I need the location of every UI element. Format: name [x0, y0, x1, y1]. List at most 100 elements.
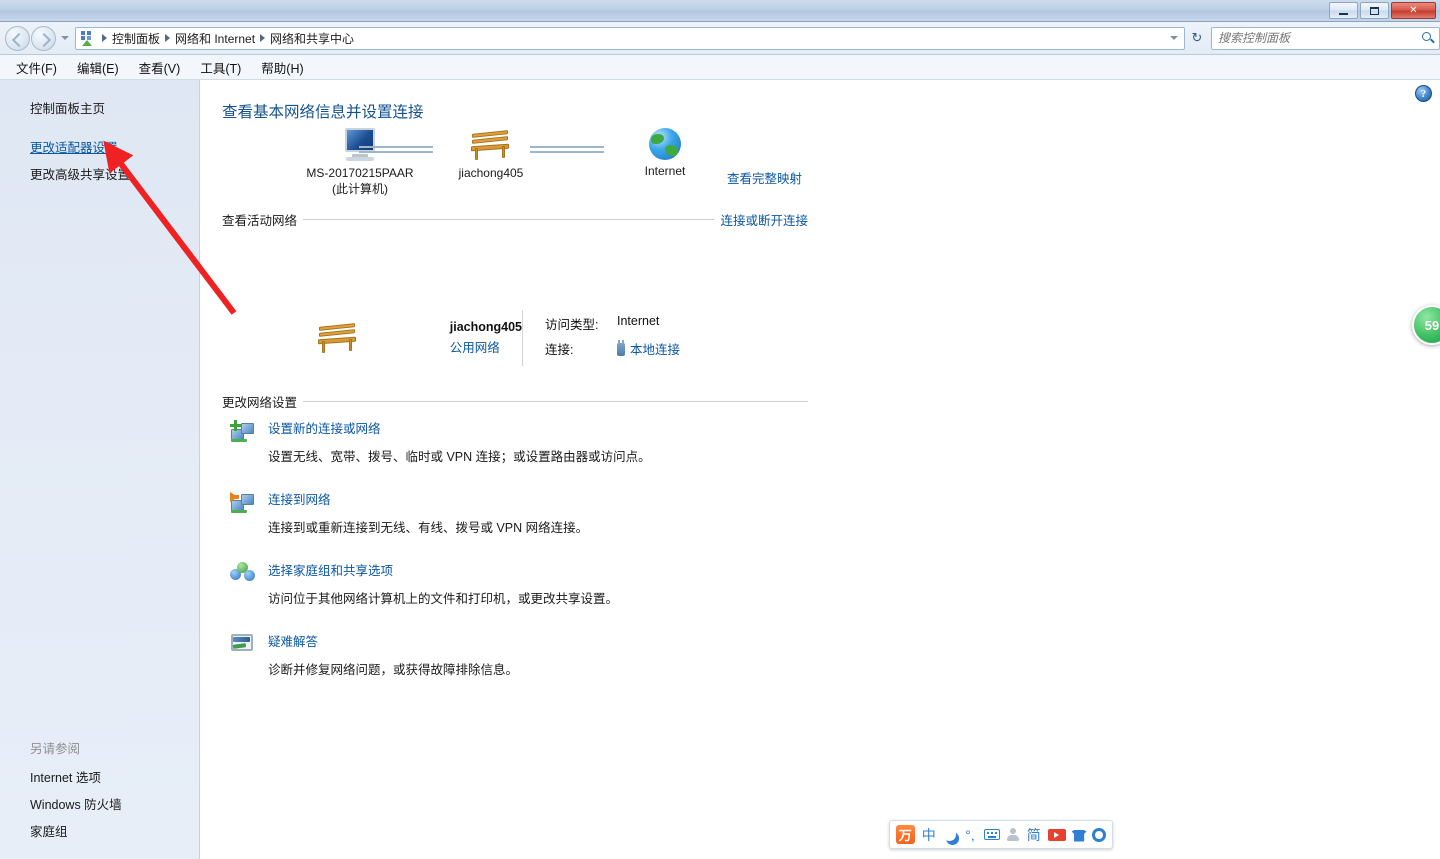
monitor-icon [341, 128, 379, 162]
chevron-down-icon [61, 36, 69, 40]
breadcrumb-network-internet[interactable]: 网络和 Internet [172, 30, 258, 47]
globe-icon [649, 128, 681, 160]
connection-label: 连接: [545, 343, 574, 357]
internet-label: Internet [644, 164, 686, 178]
task-homegroup-sharing-options[interactable]: 选择家庭组和共享选项 访问位于其他网络计算机上的文件和打印机，或更改共享设置。 [230, 560, 820, 607]
menu-help[interactable]: 帮助(H) [253, 55, 311, 80]
task-description: 诊断并修复网络问题，或获得故障排除信息。 [268, 663, 519, 677]
address-breadcrumb-bar[interactable]: 控制面板 网络和 Internet 网络和共享中心 [75, 26, 1185, 50]
homegroup-icon [230, 560, 268, 607]
sidebar-item-homegroup[interactable]: 家庭组 [0, 817, 200, 844]
sidebar-item-internet-options[interactable]: Internet 选项 [0, 763, 200, 790]
sidebar-item-change-advanced-sharing-settings[interactable]: 更改高级共享设置 [0, 160, 200, 187]
minimize-icon [1339, 12, 1348, 15]
video-icon[interactable] [1048, 828, 1066, 841]
change-settings-heading: 更改网络设置 [222, 396, 298, 410]
task-description: 连接到或重新连接到无线、有线、拨号或 VPN 网络连接。 [268, 521, 589, 535]
window-controls: ✕ [1329, 2, 1436, 19]
ime-logo-icon[interactable]: 万 [896, 825, 915, 844]
network-plug-icon [617, 340, 625, 356]
help-icon[interactable]: ? [1415, 85, 1432, 102]
task-title[interactable]: 选择家庭组和共享选项 [268, 560, 820, 579]
task-title[interactable]: 疑难解答 [268, 631, 820, 650]
search-input[interactable] [1218, 31, 1433, 45]
person-icon[interactable] [1006, 827, 1020, 842]
see-also-heading: 另请参阅 [30, 742, 81, 756]
breadcrumb-control-panel[interactable]: 控制面板 [109, 30, 163, 47]
divider [303, 401, 808, 402]
breadcrumb-network-sharing-center[interactable]: 网络和共享中心 [267, 30, 357, 47]
network-map: MS-20170215PAAR (此计算机) jiachong405 Inter… [222, 128, 822, 200]
active-network-details: 访问类型: Internet 连接: 本地连接 [523, 308, 680, 368]
menu-view[interactable]: 查看(V) [131, 55, 189, 80]
map-connector-line [530, 146, 604, 153]
menu-file[interactable]: 文件(F) [8, 55, 65, 80]
moon-icon[interactable] [942, 827, 958, 843]
task-title[interactable]: 设置新的连接或网络 [268, 418, 820, 437]
forward-button[interactable] [31, 25, 56, 51]
address-dropdown-icon[interactable] [1170, 36, 1178, 40]
gear-icon[interactable] [1092, 827, 1106, 842]
address-bar-row: 控制面板 网络和 Internet 网络和共享中心 ↻ [0, 22, 1440, 55]
task-list: 设置新的连接或网络 设置无线、宽带、拨号、临时或 VPN 连接；或设置路由器或访… [230, 418, 820, 702]
navigation-buttons [5, 25, 70, 51]
task-troubleshoot[interactable]: 疑难解答 诊断并修复网络问题，或获得故障排除信息。 [230, 631, 820, 678]
network-map-internet[interactable]: Internet [610, 128, 720, 178]
back-button[interactable] [5, 25, 30, 51]
bench-icon [469, 128, 513, 162]
main-content: ? 查看基本网络信息并设置连接 MS-20170215PAAR (此计算机) j… [200, 80, 1440, 859]
chinese-mode-icon[interactable]: 中 [921, 825, 938, 844]
sidebar-item-control-panel-home[interactable]: 控制面板主页 [0, 94, 200, 121]
sidebar: 控制面板主页 更改适配器设置 更改高级共享设置 另请参阅 Internet 选项… [0, 80, 200, 859]
refresh-button[interactable]: ↻ [1187, 27, 1207, 50]
task-set-up-new-connection[interactable]: 设置新的连接或网络 设置无线、宽带、拨号、临时或 VPN 连接；或设置路由器或访… [230, 418, 820, 465]
active-network-identity[interactable]: jiachong405 公用网络 [222, 308, 522, 368]
new-connection-icon [230, 418, 268, 465]
task-description: 设置无线、宽带、拨号、临时或 VPN 连接；或设置路由器或访问点。 [268, 450, 651, 464]
connection-value-link[interactable]: 本地连接 [617, 339, 680, 358]
active-networks-section-header: 查看活动网络 连接或断开连接 [222, 210, 808, 229]
active-network-name: jiachong405 [449, 320, 522, 334]
computer-sub-label: (此计算机) [332, 182, 388, 196]
task-connect-to-network[interactable]: 连接到网络 连接到或重新连接到无线、有线、拨号或 VPN 网络连接。 [230, 489, 820, 536]
sidebar-item-windows-firewall[interactable]: Windows 防火墙 [0, 790, 200, 817]
connection-row: 连接: 本地连接 [545, 339, 680, 358]
task-title[interactable]: 连接到网络 [268, 489, 820, 508]
ime-toolbar[interactable]: 万 中 °, 简 [889, 820, 1113, 849]
access-type-row: 访问类型: Internet [545, 314, 680, 333]
task-description: 访问位于其他网络计算机上的文件和打印机，或更改共享设置。 [268, 592, 619, 606]
sidebar-item-change-adapter-settings[interactable]: 更改适配器设置 [0, 133, 200, 160]
control-panel-icon [80, 30, 97, 46]
breadcrumb-separator-icon [165, 34, 171, 42]
maximize-icon [1370, 6, 1379, 15]
search-box[interactable] [1211, 26, 1440, 50]
active-network-entry: jiachong405 公用网络 访问类型: Internet 连接: 本地连接 [222, 308, 808, 368]
menu-edit[interactable]: 编辑(E) [69, 55, 127, 80]
recent-pages-dropdown[interactable] [60, 28, 70, 48]
page-title: 查看基本网络信息并设置连接 [222, 104, 424, 121]
network-map-network[interactable]: jiachong405 [436, 128, 546, 180]
connection-value-text: 本地连接 [630, 343, 681, 357]
active-networks-heading: 查看活动网络 [222, 214, 298, 228]
simplified-icon[interactable]: 简 [1026, 825, 1043, 844]
active-network-type-link[interactable]: 公用网络 [450, 337, 522, 356]
close-button[interactable]: ✕ [1391, 2, 1436, 19]
computer-name: MS-20170215PAAR [306, 166, 414, 180]
skin-shirt-icon[interactable] [1072, 828, 1087, 842]
map-connector-line [359, 146, 433, 153]
sidebar-see-also: 另请参阅 Internet 选项 Windows 防火墙 家庭组 [0, 734, 200, 844]
maximize-button[interactable] [1360, 2, 1389, 19]
breadcrumb-separator-icon [260, 34, 266, 42]
breadcrumb-separator-icon [102, 34, 107, 42]
punctuation-icon[interactable]: °, [962, 825, 979, 844]
menu-tools[interactable]: 工具(T) [192, 55, 249, 80]
connect-disconnect-link[interactable]: 连接或断开连接 [720, 210, 808, 229]
troubleshoot-icon [230, 631, 268, 678]
divider [303, 219, 715, 220]
network-map-computer[interactable]: MS-20170215PAAR (此计算机) [280, 128, 440, 197]
view-full-map-link[interactable]: 查看完整映射 [727, 168, 802, 187]
change-settings-section-header: 更改网络设置 [222, 392, 808, 411]
keyboard-icon[interactable] [984, 829, 1000, 840]
minimize-button[interactable] [1329, 2, 1358, 19]
